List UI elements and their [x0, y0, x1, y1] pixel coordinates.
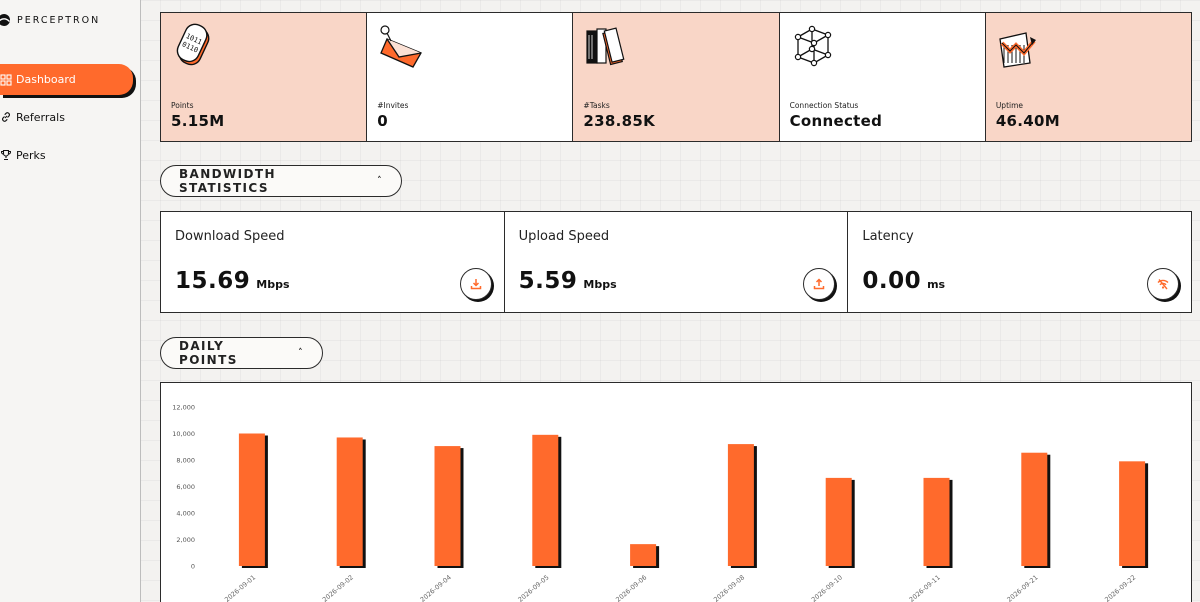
stat-value: Connected [789, 112, 883, 130]
bandwidth-unit: Mbps [583, 278, 617, 291]
bandwidth-number: 0.00 [862, 268, 922, 294]
stat-value: 0 [377, 112, 388, 130]
brand-name: PERCEPTRON [17, 14, 101, 26]
download-button[interactable] [459, 268, 492, 300]
y-tick-label: 12,000 [172, 404, 195, 412]
bar-2026-09-22[interactable] [1119, 461, 1146, 566]
latency-button[interactable] [1147, 268, 1180, 300]
bandwidth-title: Upload Speed [518, 229, 610, 244]
y-tick-label: 4,000 [176, 510, 195, 518]
chart-cup-icon [999, 32, 1036, 68]
trophy-icon [0, 149, 12, 161]
stat-label: Uptime [995, 101, 1024, 110]
cube-network-icon [794, 25, 831, 67]
y-tick-label: 6,000 [176, 483, 195, 491]
upload-button[interactable] [803, 268, 836, 300]
y-tick-label: 8,000 [176, 457, 195, 465]
daily-points-toggle[interactable]: DAILY POINTS ˄ [160, 337, 323, 369]
stat-card-invites: #Invites 0 [367, 13, 574, 141]
bandwidth-unit: ms [927, 278, 946, 291]
y-tick-label: 2,000 [176, 536, 195, 544]
stat-card-tasks: #Tasks 238.85K [573, 13, 780, 141]
grid-icon [0, 73, 12, 86]
stat-value: 46.40M [995, 112, 1060, 130]
x-tick-label: 2026-09-01 [223, 573, 257, 602]
bandwidth-value: 15.69 Mbps [175, 268, 290, 294]
download-icon [470, 279, 481, 290]
stat-label: Points [171, 101, 194, 110]
sidebar-item-label: Perks [16, 148, 46, 162]
bar-2026-09-02[interactable] [336, 437, 363, 566]
section-title: DAILY POINTS [179, 339, 238, 367]
bandwidth-title: Download Speed [175, 229, 285, 244]
stat-label: Connection Status [789, 101, 859, 110]
sidebar-item-label: Dashboard [16, 73, 76, 86]
x-tick-label: 2026-09-22 [1103, 573, 1137, 602]
bandwidth-card-latency: Latency 0.00 ms [848, 212, 1191, 312]
stat-card-points: 1011 0110 Points 5.15M [161, 13, 368, 141]
brand[interactable]: PERCEPTRON [0, 12, 100, 28]
bar-2026-09-11[interactable] [923, 477, 950, 566]
stats-row: 1011 0110 Points 5.15M #Invites 0 #Tasks [160, 12, 1192, 142]
bandwidth-number: 15.69 [175, 268, 251, 294]
envelope-icon [380, 25, 423, 68]
stat-card-connection-status: Connection Status Connected [779, 13, 986, 141]
section-title: BANDWIDTH STATISTICS [179, 167, 276, 195]
bandwidth-row: Download Speed 15.69 Mbps Upload Speed 5… [160, 211, 1192, 313]
bar-2026-09-04[interactable] [434, 446, 461, 566]
x-tick-label: 2026-09-21 [1006, 573, 1040, 602]
bandwidth-card-upload: Upload Speed 5.59 Mbps [505, 212, 849, 312]
x-tick-label: 2026-09-10 [810, 573, 844, 602]
y-tick-label: 10,000 [172, 430, 195, 438]
bandwidth-unit: Mbps [256, 278, 290, 291]
link-icon [0, 111, 12, 123]
sidebar-item-dashboard[interactable]: Dashboard [0, 64, 133, 95]
perceptron-logo-icon [0, 14, 10, 26]
chevron-up-icon: ˄ [298, 348, 304, 358]
upload-icon [814, 278, 825, 290]
bandwidth-statistics-toggle[interactable]: BANDWIDTH STATISTICS ˄ [160, 165, 402, 197]
daily-points-chart-svg: 0 2,000 4,000 6,000 8,000 10,000 12,000 2026-09… [172, 404, 1149, 602]
bar-2026-09-08[interactable] [727, 444, 754, 566]
y-tick-label: 0 [191, 563, 195, 571]
bar-2026-09-06[interactable] [630, 544, 657, 566]
stat-value: 5.15M [171, 112, 225, 130]
bar-2026-09-21[interactable] [1021, 452, 1048, 566]
stat-label: #Tasks [583, 101, 610, 110]
bar-2026-09-01[interactable] [238, 433, 265, 567]
bar-2026-09-10[interactable] [825, 477, 852, 566]
bandwidth-title: Latency [862, 229, 914, 244]
x-tick-label: 2026-09-02 [321, 573, 355, 602]
x-tick-label: 2026-09-04 [419, 573, 453, 602]
binary-tag-icon: 1011 0110 [176, 23, 210, 66]
sidebar-item-referrals[interactable]: Referrals [0, 103, 65, 131]
stat-label: #Invites [377, 101, 409, 110]
bandwidth-number: 5.59 [518, 268, 578, 294]
x-tick-label: 2026-09-05 [517, 573, 551, 602]
x-tick-label: 2026-09-11 [908, 573, 942, 602]
x-tick-label: 2026-09-06 [614, 573, 648, 602]
sidebar-item-perks[interactable]: Perks [0, 141, 46, 169]
sidebar-item-label: Referrals [16, 110, 65, 124]
bar-2026-09-05[interactable] [532, 434, 559, 566]
sidebar: PERCEPTRON Dashboard Referrals Perks [0, 0, 141, 602]
books-icon [586, 27, 625, 66]
chevron-up-icon: ˄ [377, 176, 383, 186]
bandwidth-value: 5.59 Mbps [519, 268, 617, 294]
wifi-off-icon [1157, 279, 1169, 290]
bandwidth-card-download: Download Speed 15.69 Mbps [161, 212, 505, 312]
stat-card-uptime: Uptime 46.40M [985, 13, 1192, 141]
x-tick-label: 2026-09-08 [712, 573, 746, 602]
bandwidth-value: 0.00 ms [862, 268, 945, 294]
daily-points-chart: 0 2,000 4,000 6,000 8,000 10,000 12,000 2026-09… [160, 382, 1192, 602]
stat-value: 238.85K [583, 112, 656, 130]
